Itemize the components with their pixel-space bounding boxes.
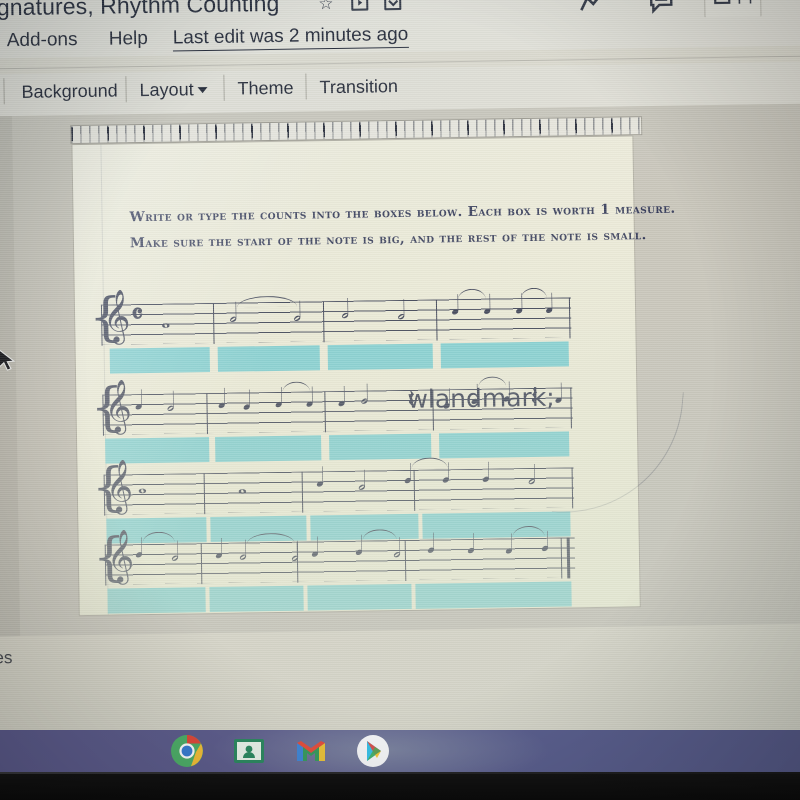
screen-content: Signatures, Rhythm Counting ☆ Add-ons He… [0,0,800,730]
comment-icon[interactable] [648,0,676,19]
final-barline-thick [566,537,571,579]
present-play-icon [713,0,731,10]
music-system-4: { 𝄞 𝅘𝅥 𝅗𝅥 𝅘𝅥 𝅗𝅥 𝅗𝅥 𝅘𝅥 𝅘𝅥 𝅗𝅥 𝅘𝅥 𝅘𝅥 𝅘𝅥 𝅘𝅥 [79,525,639,614]
treble-clef-icon: 𝄞 [102,288,131,343]
treble-clef-icon: 𝄞 [105,458,134,513]
music-system-1: { 𝄞 𝄴 𝅝 𝅗𝅥 𝅗𝅥 𝅗𝅥 𝅗𝅥 𝅘𝅥 𝅘𝅥 𝅘𝅥 𝅘𝅥 [75,287,635,374]
answer-box[interactable] [439,431,570,459]
treble-clef-icon: 𝄞 [106,528,135,583]
note-half: 𝅗𝅥 [527,460,537,492]
music-system-2: { 𝄞 𝅘𝅥 𝅗𝅥 𝅘𝅥 𝅘𝅥 𝅘𝅥 𝅘𝅥 𝅘𝅥 𝅗𝅥 wlandmark; 𝄽 𝅘𝅥 𝅘𝅥 𝅘𝅥 𝄽… [76,376,636,464]
instruction-text: Write or type the counts into the boxes … [129,197,675,257]
present-button-label: Pr [737,0,754,8]
answer-box[interactable] [440,341,569,369]
tie [236,295,297,308]
note-whole: 𝅝 [137,473,148,500]
quarter-rest-glyph: 𝄽 [407,383,416,413]
play-store-app-icon[interactable] [356,734,390,768]
answer-box[interactable] [307,583,412,611]
note-whole: 𝅝 [237,473,248,500]
toolbar-separator [3,78,5,105]
move-to-folder-icon[interactable] [351,0,369,15]
answer-box-row-2 [103,431,573,464]
menu-item-help[interactable]: Help [109,28,148,51]
cloud-status-icon[interactable] [384,0,402,14]
toolbar-separator [125,76,127,103]
classroom-app-icon[interactable] [232,734,266,768]
activity-chart-icon[interactable] [578,0,608,20]
staff-lines [103,467,575,515]
toolbar-separator [305,73,307,100]
toolbar-separator [223,74,225,101]
menu-item-addons[interactable]: Add-ons [7,29,78,52]
note-quarter: 𝅘𝅥 [310,533,320,564]
gmail-app-icon[interactable] [294,734,328,768]
shelf-app-list [170,734,390,768]
answer-box[interactable] [107,587,206,614]
answer-box-row-1 [102,341,572,374]
quarter-rest-glyph: 𝄽 [530,381,539,411]
note-half: 𝅗𝅥 [357,466,367,497]
staff-lines [100,297,572,345]
note-quarter: 𝅘𝅥 [481,458,491,489]
tie [457,288,486,301]
note-quarter: 𝅘𝅥 [554,379,563,410]
sidebar-partial-label: es [0,648,13,668]
note-quarter: 𝅘𝅥 [242,386,251,417]
bezel-highlight [0,772,800,774]
chevron-down-icon [197,87,208,94]
note-quarter: 𝅘𝅥 [217,384,226,415]
staff-2: { 𝄞 𝅘𝅥 𝅗𝅥 𝅘𝅥 𝅘𝅥 𝅘𝅥 𝅘𝅥 𝅘𝅥 𝅗𝅥 wlandmark; 𝄽 𝅘𝅥 𝅘𝅥 𝅘𝅥 𝄽… [90,376,573,438]
staff-1: { 𝄞 𝄴 𝅝 𝅗𝅥 𝅗𝅥 𝅗𝅥 𝅗𝅥 𝅘𝅥 𝅘𝅥 𝅘𝅥 𝅘𝅥 [89,287,572,348]
note-quarter: 𝅘𝅥 [426,529,436,560]
chromebook-screen: Signatures, Rhythm Counting ☆ Add-ons He… [0,0,800,730]
star-icon[interactable]: ☆ [318,0,334,13]
note-half: 𝅗𝅥 [166,387,175,418]
answer-box[interactable] [217,345,320,372]
note-half: 𝅗𝅥 [360,380,369,411]
chromeos-shelf [0,730,800,772]
page-title[interactable]: Signatures, Rhythm Counting [0,0,280,22]
answer-box[interactable] [215,435,322,462]
note-whole: 𝅝 [160,307,171,334]
time-signature: 𝄴 [130,299,144,331]
note-quarter: 𝅘𝅥 [441,459,451,490]
last-edit-link[interactable]: Last edit was 2 minutes ago [172,23,409,52]
theme-button[interactable]: Theme [237,78,293,100]
slides-workspace: es Write or type the counts into the box… [0,103,800,667]
filmstrip-panel[interactable] [0,116,21,637]
transition-button[interactable]: Transition [319,76,398,98]
tie [520,287,547,300]
answer-box[interactable] [109,347,211,374]
staff-3: { 𝄞 𝅝 𝅝 𝅘𝅥 𝅗𝅥 𝅘𝅥 𝅘𝅥 𝅘𝅥 𝅗𝅥 [91,457,575,518]
note-half: 𝅗𝅥 [396,295,406,327]
note-quarter: 𝅘𝅥 [315,463,325,494]
note-half: 𝅗𝅥 [340,294,350,325]
chrome-app-icon[interactable] [170,734,204,768]
background-button[interactable]: Background [21,80,117,103]
answer-box[interactable] [209,585,304,613]
slide-canvas[interactable]: Write or type the counts into the boxes … [72,136,684,616]
note-quarter: 𝅘𝅥 [337,382,346,414]
note-quarter: 𝅘𝅥 [466,529,476,561]
answer-box[interactable] [415,581,572,609]
music-system-3: { 𝄞 𝅝 𝅝 𝅘𝅥 𝅗𝅥 𝅘𝅥 𝅘𝅥 𝅘𝅥 𝅗𝅥 [78,457,638,544]
note-half: 𝅗𝅥 [228,298,238,329]
layout-button[interactable]: Layout [139,79,208,101]
answer-box[interactable] [329,433,432,461]
note-half: 𝅗𝅥 [170,537,180,568]
staff-4: { 𝄞 𝅘𝅥 𝅗𝅥 𝅘𝅥 𝅗𝅥 𝅗𝅥 𝅘𝅥 𝅘𝅥 𝅗𝅥 𝅘𝅥 𝅘𝅥 𝅘𝅥 𝅘𝅥 [92,525,576,588]
answer-box-row-4 [105,581,575,614]
layout-button-label: Layout [139,79,194,101]
answer-box[interactable] [327,343,433,371]
treble-clef-icon: 𝄞 [104,378,133,433]
note-quarter: 𝅘𝅥 [214,534,224,565]
note-quarter: 𝅘𝅥 [442,385,451,416]
note-quarter: 𝅘𝅥 [134,386,143,417]
laptop-bezel [0,772,800,800]
